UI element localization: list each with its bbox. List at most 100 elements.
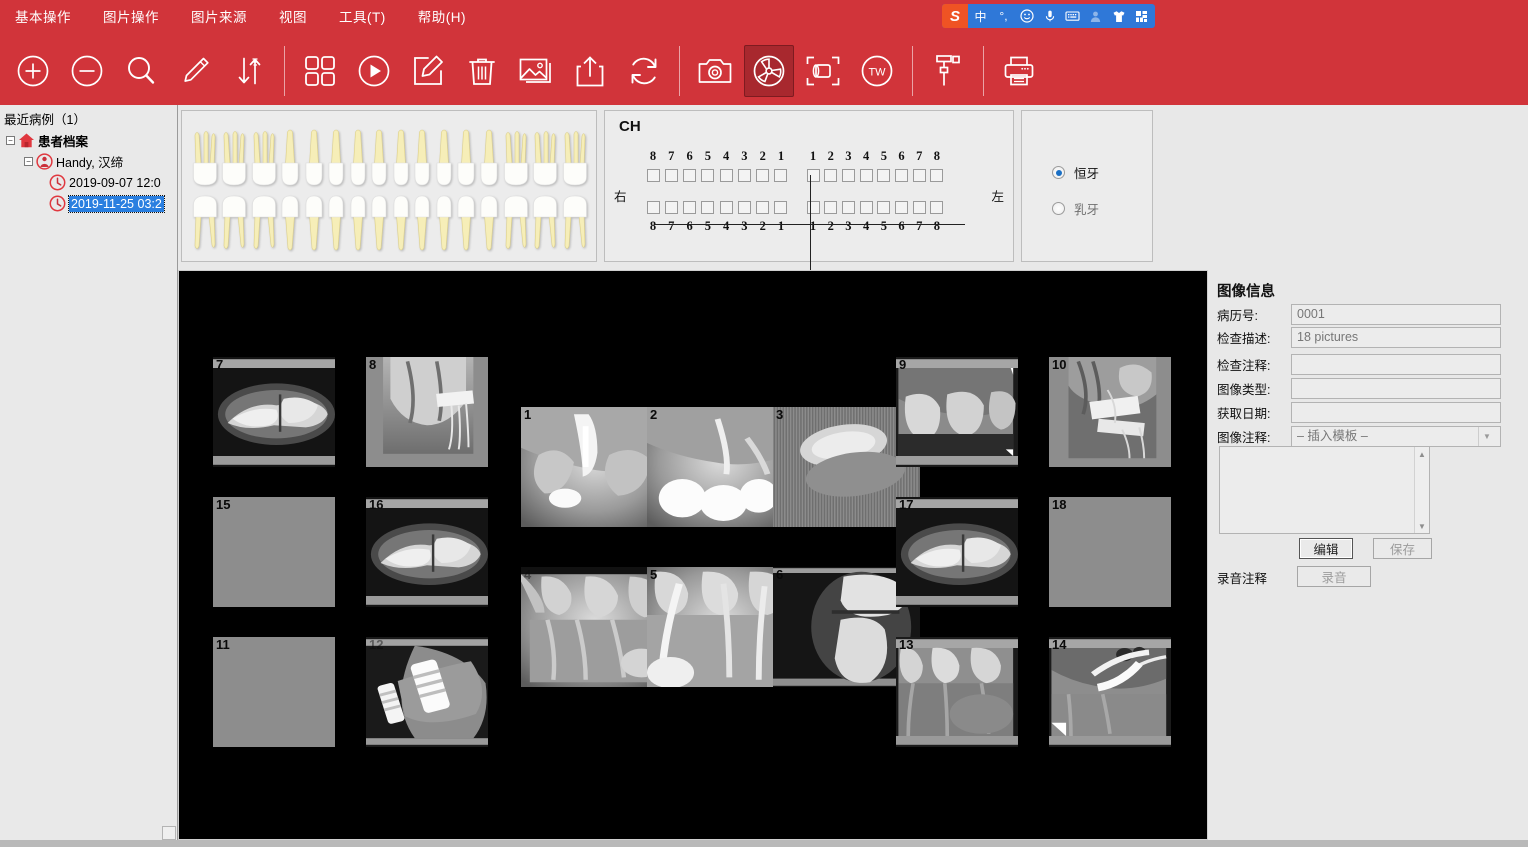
- annotation-scrollbar[interactable]: ▲ ▼: [1414, 447, 1429, 533]
- upper-right-checkbox-3[interactable]: [737, 168, 751, 182]
- tooth-lower-15[interactable]: [532, 193, 558, 251]
- thumbnail-11[interactable]: 11: [213, 637, 335, 747]
- sidebar-scroll-corner[interactable]: [162, 826, 176, 840]
- tooth-lower-6[interactable]: [327, 193, 345, 251]
- upper-left-checkbox-4[interactable]: [859, 168, 873, 182]
- tooth-upper-7[interactable]: [349, 129, 367, 187]
- edit-button[interactable]: 编辑: [1299, 538, 1353, 559]
- tooth-lower-13[interactable]: [479, 193, 499, 251]
- lower-left-checkbox-1[interactable]: [806, 200, 820, 214]
- upper-right-checkbox-6[interactable]: [683, 168, 697, 182]
- lower-left-checkboxes[interactable]: [795, 200, 945, 214]
- primary-teeth-radio[interactable]: 乳牙: [1052, 199, 1099, 218]
- magnifier-icon[interactable]: [116, 45, 166, 97]
- lower-left-checkbox-7[interactable]: [912, 200, 926, 214]
- thumbnail-5[interactable]: 5: [647, 567, 794, 687]
- export-icon[interactable]: [565, 45, 615, 97]
- annotation-template-select[interactable]: – 插入模板 – ▼: [1291, 425, 1501, 447]
- lower-right-checkbox-3[interactable]: [737, 200, 751, 214]
- exam-description-field[interactable]: 18 pictures: [1291, 326, 1501, 348]
- lower-right-checkbox-8[interactable]: [646, 200, 660, 214]
- upper-right-checkboxes[interactable]: [645, 168, 795, 182]
- menu-basic-operations[interactable]: 基本操作: [12, 4, 74, 28]
- scroll-up-icon[interactable]: ▲: [1415, 447, 1429, 461]
- ime-toolbar[interactable]: S 中 °,: [942, 4, 1155, 28]
- picture-icon[interactable]: [511, 45, 561, 97]
- tooth-lower-4[interactable]: [280, 193, 300, 251]
- lower-right-checkbox-2[interactable]: [756, 200, 770, 214]
- upper-left-checkbox-5[interactable]: [877, 168, 891, 182]
- tooth-lower-11[interactable]: [435, 193, 453, 251]
- edit-square-icon[interactable]: [403, 45, 453, 97]
- thumbnail-10[interactable]: 10: [1049, 357, 1171, 467]
- lower-right-checkboxes[interactable]: [645, 200, 795, 214]
- tooth-lower-3[interactable]: [251, 193, 277, 251]
- upper-left-checkbox-8[interactable]: [930, 168, 944, 182]
- lower-left-checkbox-4[interactable]: [859, 200, 873, 214]
- thumbnail-9[interactable]: 9: [896, 357, 1018, 467]
- scan-frame-icon[interactable]: [798, 45, 848, 97]
- upper-left-checkbox-7[interactable]: [912, 168, 926, 182]
- lower-right-checkbox-6[interactable]: [683, 200, 697, 214]
- case-tree[interactable]: − 患者档案 − Handy, 汉缔 2019-09-07 12:0 2019-…: [0, 130, 177, 214]
- radio-dot-permanent[interactable]: [1052, 166, 1065, 179]
- thumbnail-7[interactable]: 7: [213, 357, 335, 467]
- tree-item-patient-records[interactable]: − 患者档案: [4, 130, 177, 151]
- tooth-upper-3[interactable]: [251, 129, 277, 187]
- upper-right-checkbox-4[interactable]: [719, 168, 733, 182]
- thumbnail-4[interactable]: 4: [521, 567, 668, 687]
- upper-left-checkbox-3[interactable]: [841, 168, 855, 182]
- tooth-upper-10[interactable]: [413, 129, 431, 187]
- upper-right-checkbox-1[interactable]: [774, 168, 788, 182]
- emoji-icon[interactable]: [1016, 5, 1037, 27]
- annotation-textarea[interactable]: ▲ ▼: [1219, 446, 1430, 534]
- thumbnail-17[interactable]: 17: [896, 497, 1018, 607]
- record-audio-button[interactable]: 录音: [1297, 566, 1371, 587]
- upper-left-checkbox-2[interactable]: [824, 168, 838, 182]
- upper-right-checkbox-2[interactable]: [756, 168, 770, 182]
- upper-right-checkbox-8[interactable]: [646, 168, 660, 182]
- tooth-upper-15[interactable]: [532, 129, 558, 187]
- upper-left-checkbox-6[interactable]: [895, 168, 909, 182]
- tooth-lower-8[interactable]: [370, 193, 388, 251]
- tree-item-study-2[interactable]: 2019-11-25 03:2: [4, 193, 177, 214]
- acquisition-date-field[interactable]: [1291, 401, 1501, 423]
- save-button[interactable]: 保存: [1373, 538, 1432, 559]
- lower-right-checkbox-7[interactable]: [664, 200, 678, 214]
- tooth-lower-14[interactable]: [503, 193, 529, 251]
- upper-right-checkbox-5[interactable]: [701, 168, 715, 182]
- menu-image-source[interactable]: 图片来源: [188, 4, 250, 28]
- expander-toggle-patient[interactable]: −: [24, 157, 33, 166]
- lower-right-checkbox-4[interactable]: [719, 200, 733, 214]
- grid-view-icon[interactable]: [295, 45, 345, 97]
- tooth-lower-12[interactable]: [456, 193, 476, 251]
- thumbnail-2[interactable]: 2: [647, 407, 794, 527]
- xray-radiation-icon[interactable]: [744, 45, 794, 97]
- lower-left-checkbox-5[interactable]: [877, 200, 891, 214]
- tooth-lower-5[interactable]: [304, 193, 324, 251]
- sort-arrows-icon[interactable]: [224, 45, 274, 97]
- tooth-upper-16[interactable]: [562, 129, 588, 187]
- sensor-icon[interactable]: [923, 45, 973, 97]
- thumbnail-13[interactable]: 13: [896, 637, 1018, 747]
- upper-left-checkboxes[interactable]: [795, 168, 945, 182]
- expander-toggle[interactable]: −: [6, 136, 15, 145]
- lower-right-checkbox-5[interactable]: [701, 200, 715, 214]
- zoom-in-icon[interactable]: [8, 45, 58, 97]
- tooth-upper-1[interactable]: [192, 129, 218, 187]
- user-icon[interactable]: [1085, 5, 1106, 27]
- menu-view[interactable]: 视图: [276, 4, 310, 28]
- tooth-upper-4[interactable]: [280, 129, 300, 187]
- tooth-upper-2[interactable]: [221, 129, 247, 187]
- tree-item-label-study-2[interactable]: 2019-11-25 03:2: [68, 194, 165, 213]
- upper-left-checkbox-1[interactable]: [806, 168, 820, 182]
- tooth-lower-10[interactable]: [413, 193, 431, 251]
- thumbnail-15[interactable]: 15: [213, 497, 335, 607]
- tooth-lower-9[interactable]: [392, 193, 410, 251]
- tree-item-patient[interactable]: − Handy, 汉缔: [4, 151, 177, 172]
- trash-icon[interactable]: [457, 45, 507, 97]
- play-icon[interactable]: [349, 45, 399, 97]
- twain-icon[interactable]: TW: [852, 45, 902, 97]
- tooth-upper-8[interactable]: [370, 129, 388, 187]
- tooth-lower-1[interactable]: [192, 193, 218, 251]
